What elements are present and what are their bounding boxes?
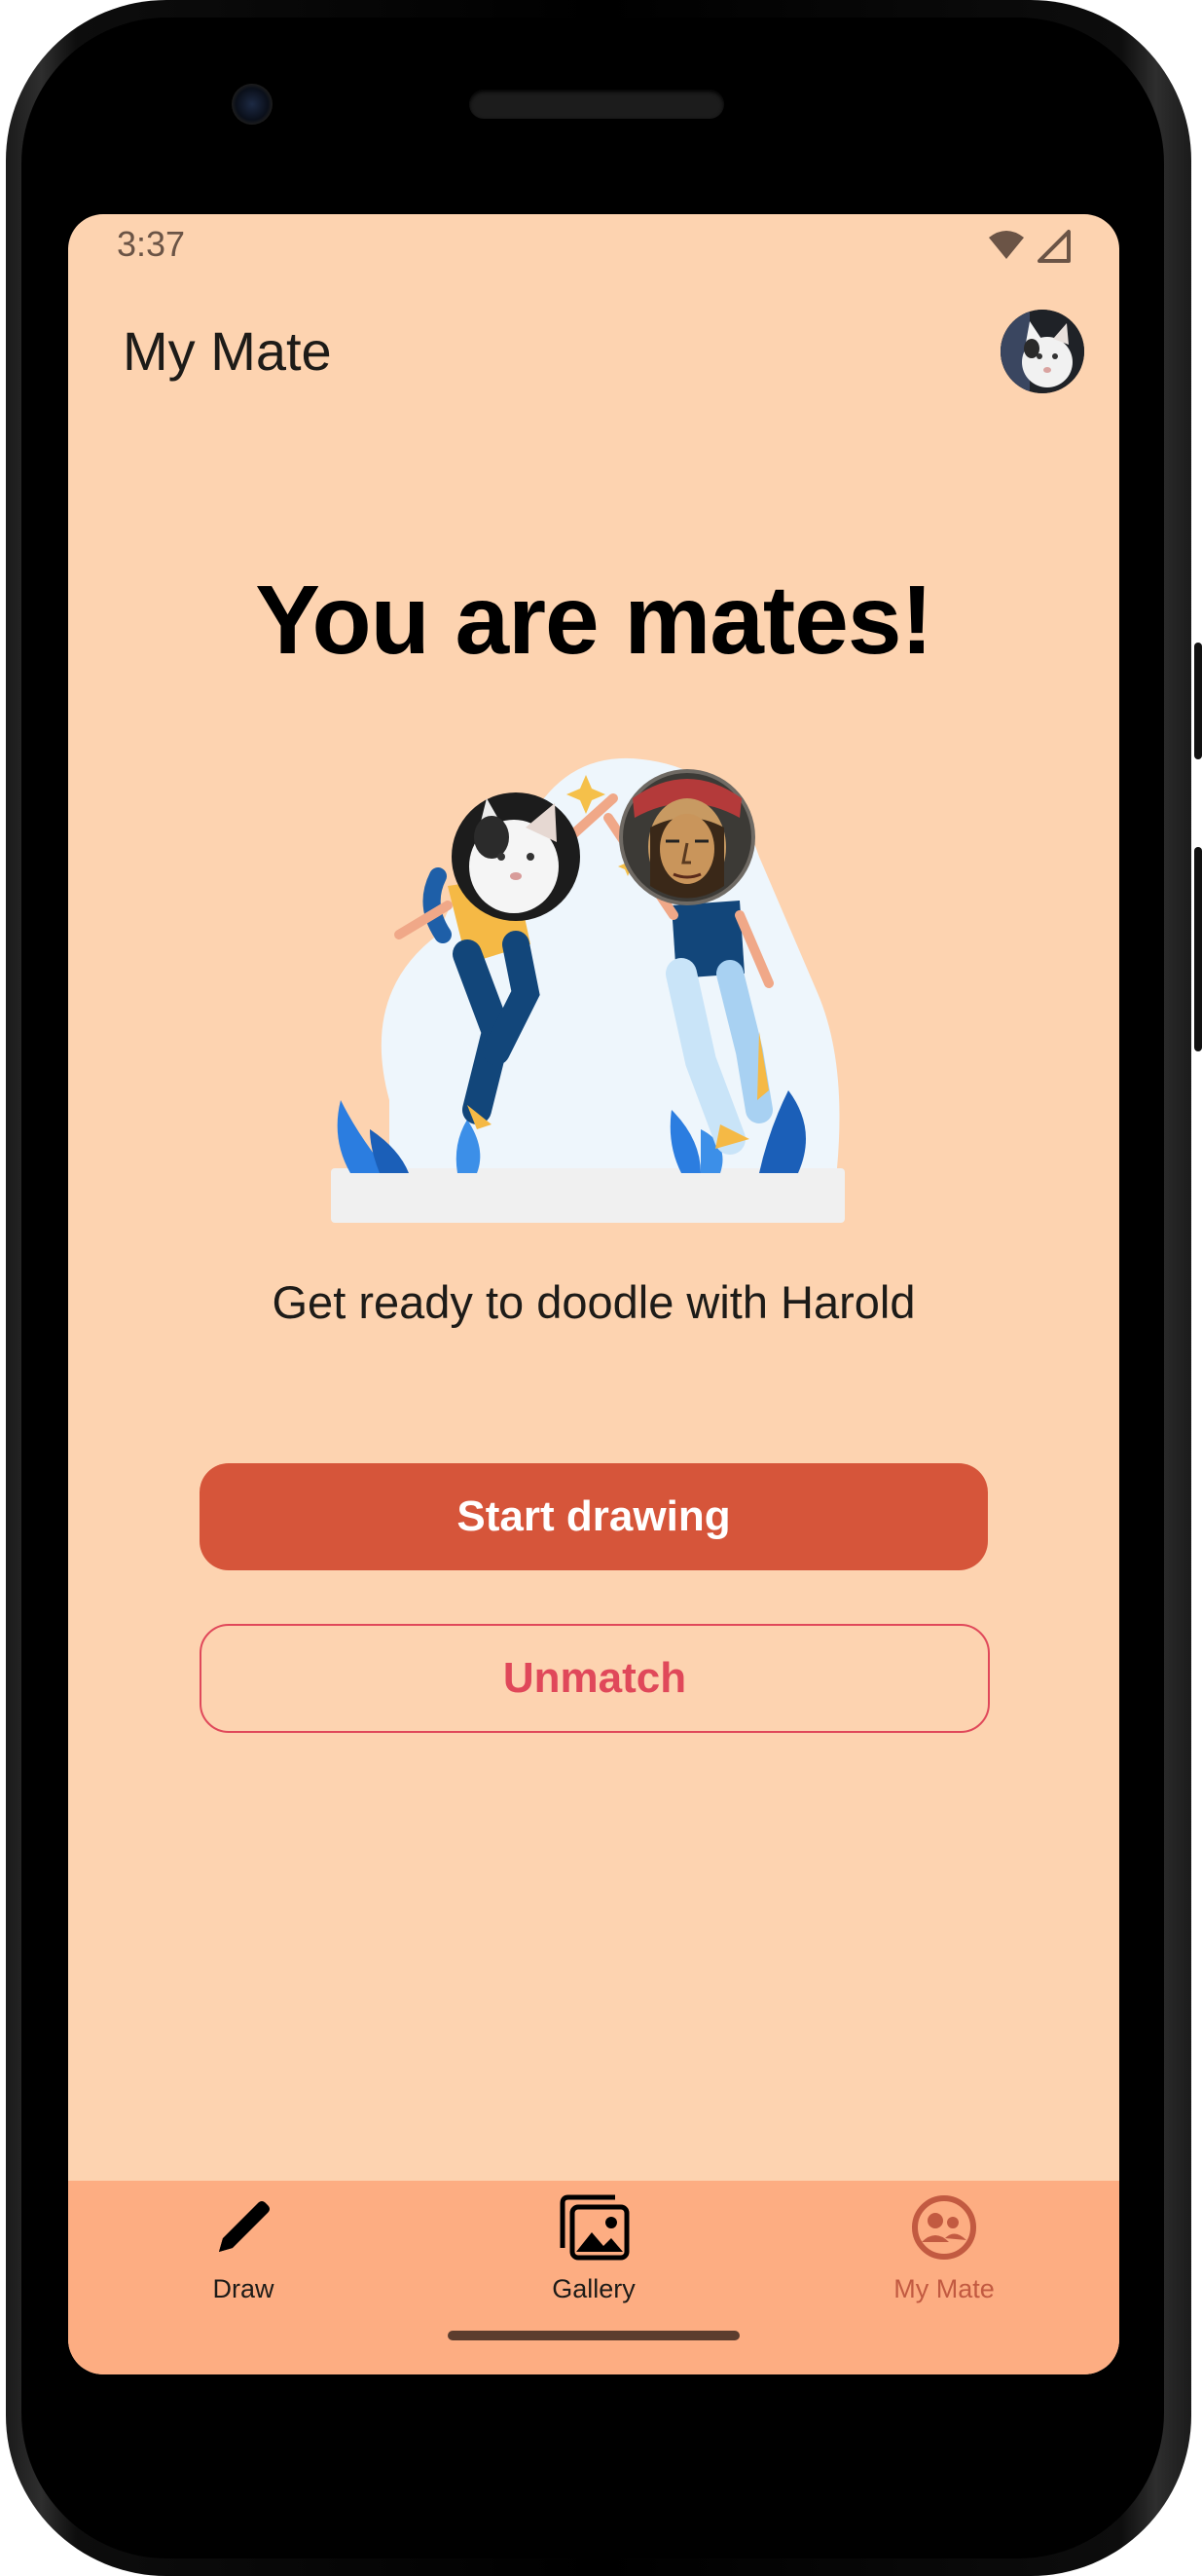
start-drawing-button[interactable]: Start drawing: [200, 1463, 988, 1570]
match-headline: You are mates!: [255, 566, 933, 675]
phone-frame: 3:37 My Mate You are mates! Get ready to…: [0, 0, 1202, 2576]
people-icon: [907, 2190, 981, 2264]
match-subtitle: Get ready to doodle with Harold: [272, 1276, 916, 1328]
nav-label-gallery: Gallery: [552, 2274, 636, 2303]
volume-button: [1194, 847, 1202, 1051]
nav-label-draw: Draw: [212, 2274, 274, 2303]
status-time: 3:37: [117, 224, 186, 264]
cell-signal-icon: [1038, 230, 1071, 263]
wifi-icon: [989, 231, 1024, 259]
high-five-illustration: [331, 740, 856, 1236]
earpiece-speaker: [469, 90, 724, 119]
page-title: My Mate: [123, 320, 332, 382]
status-icons: [985, 228, 1073, 267]
front-camera: [232, 84, 273, 125]
power-button: [1194, 643, 1202, 759]
pencil-icon: [206, 2190, 280, 2264]
app-screen: 3:37 My Mate You are mates! Get ready to…: [68, 214, 1119, 2374]
home-indicator[interactable]: [448, 2331, 740, 2340]
nav-item-draw[interactable]: Draw: [127, 2190, 360, 2327]
gallery-icon: [557, 2190, 631, 2264]
nav-label-my-mate: My Mate: [893, 2274, 995, 2303]
unmatch-button[interactable]: Unmatch: [200, 1624, 990, 1733]
nav-item-my-mate[interactable]: My Mate: [827, 2190, 1061, 2327]
profile-avatar[interactable]: [1001, 310, 1084, 393]
bottom-navigation: Draw Gallery My Mate: [68, 2181, 1119, 2374]
nav-item-gallery[interactable]: Gallery: [477, 2190, 710, 2327]
